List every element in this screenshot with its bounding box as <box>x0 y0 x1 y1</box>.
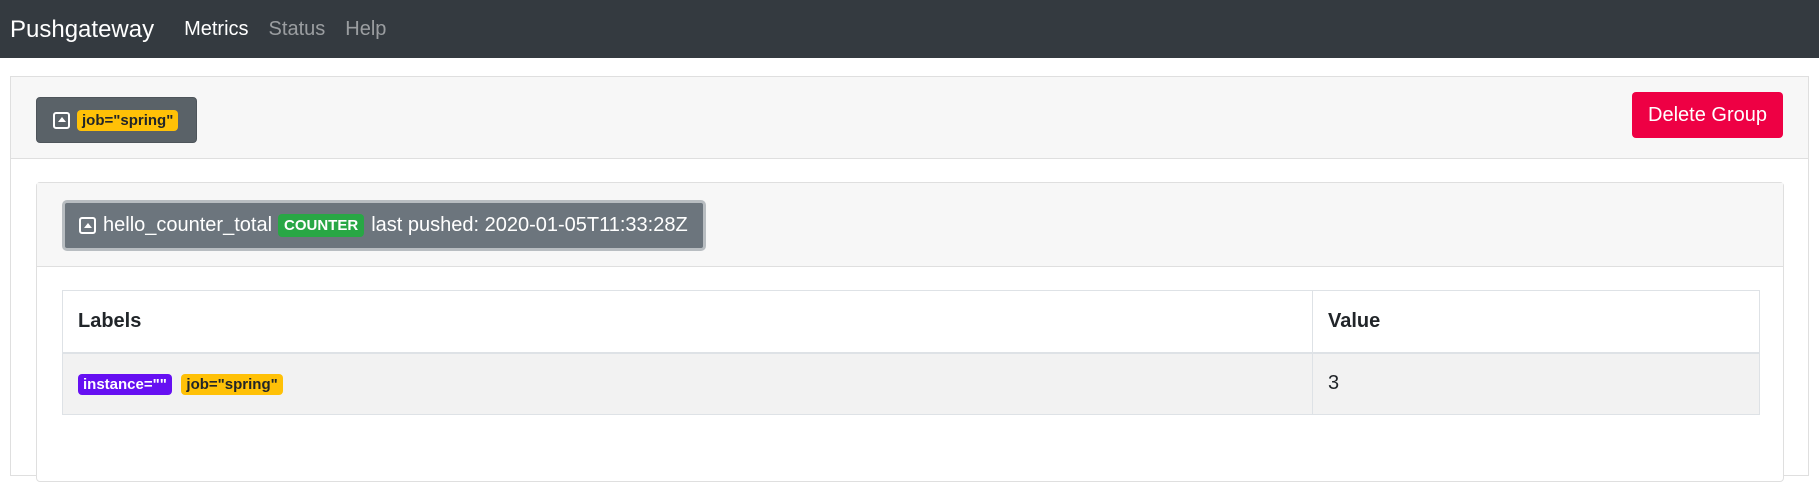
group-header: job="spring" Delete Group <box>11 77 1808 159</box>
nav-status[interactable]: Status <box>269 18 326 41</box>
value-cell: 3 <box>1312 352 1760 415</box>
delete-group-button[interactable]: Delete Group <box>1632 92 1783 138</box>
navbar: Pushgateway Metrics Status Help <box>0 0 1819 58</box>
labels-cell: instance="" job="spring" <box>62 352 1313 415</box>
nav-help[interactable]: Help <box>345 18 386 41</box>
job-label-badge: job="spring" <box>77 109 179 131</box>
table-row: instance="" job="spring" 3 <box>62 352 1760 415</box>
metric-toggle-button[interactable]: hello_counter_total COUNTER last pushed:… <box>62 200 706 251</box>
column-header-value: Value <box>1312 290 1760 354</box>
metric-type-badge: COUNTER <box>278 214 365 237</box>
table-header-row: Labels Value <box>62 290 1760 354</box>
collapse-up-icon <box>53 111 70 129</box>
collapse-up-icon <box>79 217 96 234</box>
nav-metrics[interactable]: Metrics <box>184 18 248 41</box>
job-label-badge: job="spring" <box>181 374 283 396</box>
metric-card: hello_counter_total COUNTER last pushed:… <box>36 182 1784 482</box>
group-toggle-button[interactable]: job="spring" <box>36 97 197 143</box>
column-header-labels: Labels <box>62 290 1313 354</box>
metric-name: hello_counter_total <box>103 214 273 236</box>
last-pushed-text: last pushed: 2020-01-05T11:33:28Z <box>371 214 688 236</box>
group-card: job="spring" Delete Group hello_counter_… <box>10 76 1809 482</box>
instance-label-badge: instance="" <box>78 374 172 396</box>
metrics-table: Labels Value instance="" job="spring" 3 <box>62 290 1760 415</box>
metric-header: hello_counter_total COUNTER last pushed:… <box>37 183 1783 267</box>
brand-logo[interactable]: Pushgateway <box>10 14 154 44</box>
